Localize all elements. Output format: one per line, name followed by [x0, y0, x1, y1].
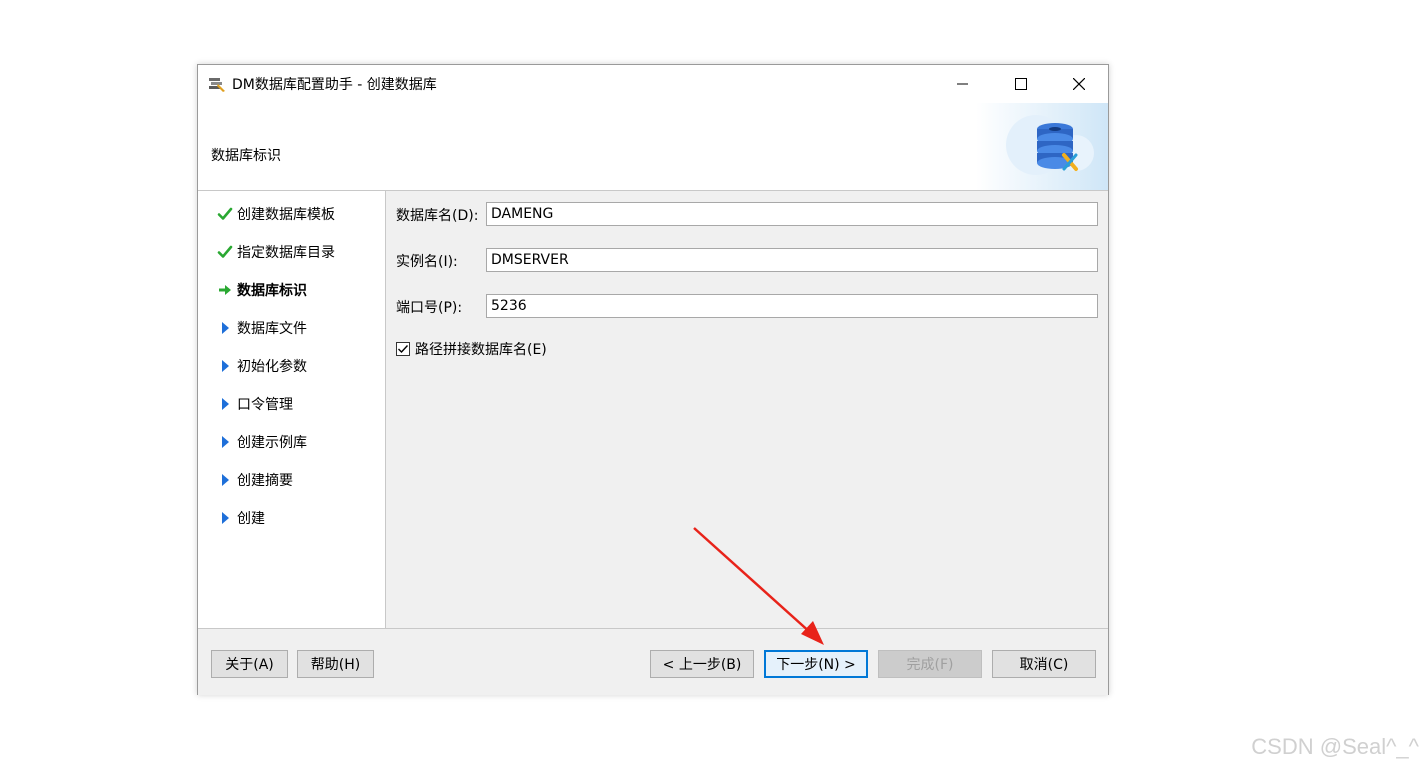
- triangle-right-icon: [215, 394, 235, 414]
- app-icon: [208, 75, 226, 93]
- minimize-icon: [957, 83, 968, 85]
- dialog-window: DM数据库配置助手 - 创建数据库 数据库标识 创建数据库模板 指定数据库目录 …: [197, 64, 1109, 695]
- step-label: 数据库文件: [237, 321, 307, 337]
- step-item[interactable]: 数据库文件: [215, 316, 307, 340]
- path-join-checkbox[interactable]: 路径拼接数据库名(E): [396, 339, 547, 359]
- step-label: 初始化参数: [237, 359, 307, 375]
- step-label: 创建数据库模板: [237, 207, 335, 223]
- db-name-label: 数据库名(D):: [396, 208, 479, 224]
- page-title: 数据库标识: [211, 148, 281, 164]
- step-item[interactable]: 数据库标识: [215, 278, 307, 302]
- close-button[interactable]: [1050, 65, 1108, 103]
- path-join-label: 路径拼接数据库名(E): [415, 342, 547, 358]
- checkmark-icon: [215, 242, 235, 262]
- window-title: DM数据库配置助手 - 创建数据库: [232, 77, 437, 93]
- step-item[interactable]: 初始化参数: [215, 354, 307, 378]
- triangle-right-icon: [215, 356, 235, 376]
- maximize-icon: [1015, 78, 1027, 90]
- checkbox-box[interactable]: [396, 342, 410, 356]
- step-item[interactable]: 创建摘要: [215, 468, 293, 492]
- step-label: 创建摘要: [237, 473, 293, 489]
- step-label: 数据库标识: [237, 283, 307, 299]
- maximize-button[interactable]: [992, 65, 1050, 103]
- step-item[interactable]: 创建: [215, 506, 265, 530]
- checkmark-icon: [215, 204, 235, 224]
- wizard-header: 数据库标识: [198, 103, 1108, 191]
- step-label: 指定数据库目录: [237, 245, 335, 261]
- db-name-input[interactable]: [486, 202, 1098, 226]
- close-icon: [1073, 78, 1085, 90]
- step-item[interactable]: 指定数据库目录: [215, 240, 335, 264]
- help-button[interactable]: 帮助(H): [297, 650, 374, 678]
- step-label: 口令管理: [237, 397, 293, 413]
- next-button[interactable]: 下一步(N) >: [764, 650, 868, 678]
- about-button[interactable]: 关于(A): [211, 650, 288, 678]
- triangle-right-icon: [215, 508, 235, 528]
- watermark: CSDN @Seal^_^: [1251, 734, 1419, 759]
- arrow-right-icon: [215, 280, 235, 300]
- database-config-icon: [976, 103, 1108, 190]
- step-label: 创建示例库: [237, 435, 307, 451]
- prev-button[interactable]: < 上一步(B): [650, 650, 754, 678]
- port-label: 端口号(P):: [396, 300, 463, 316]
- title-bar: DM数据库配置助手 - 创建数据库: [198, 65, 1108, 103]
- checkmark-icon: [398, 345, 409, 354]
- triangle-right-icon: [215, 470, 235, 490]
- port-input[interactable]: [486, 294, 1098, 318]
- form-panel: 数据库名(D): 实例名(I): 端口号(P): 路径拼接数据库名(E): [386, 191, 1108, 628]
- step-item[interactable]: 创建数据库模板: [215, 202, 335, 226]
- instance-name-label: 实例名(I):: [396, 254, 458, 270]
- step-label: 创建: [237, 511, 265, 527]
- minimize-button[interactable]: [934, 65, 992, 103]
- button-bar: 关于(A) 帮助(H) < 上一步(B) 下一步(N) > 完成(F) 取消(C…: [198, 628, 1108, 695]
- triangle-right-icon: [215, 318, 235, 338]
- step-item[interactable]: 创建示例库: [215, 430, 307, 454]
- triangle-right-icon: [215, 432, 235, 452]
- instance-name-input[interactable]: [486, 248, 1098, 272]
- cancel-button[interactable]: 取消(C): [992, 650, 1096, 678]
- steps-sidebar: 创建数据库模板 指定数据库目录 数据库标识数据库文件初始化参数口令管理创建示例库创建…: [198, 191, 386, 628]
- step-item[interactable]: 口令管理: [215, 392, 293, 416]
- finish-button: 完成(F): [878, 650, 982, 678]
